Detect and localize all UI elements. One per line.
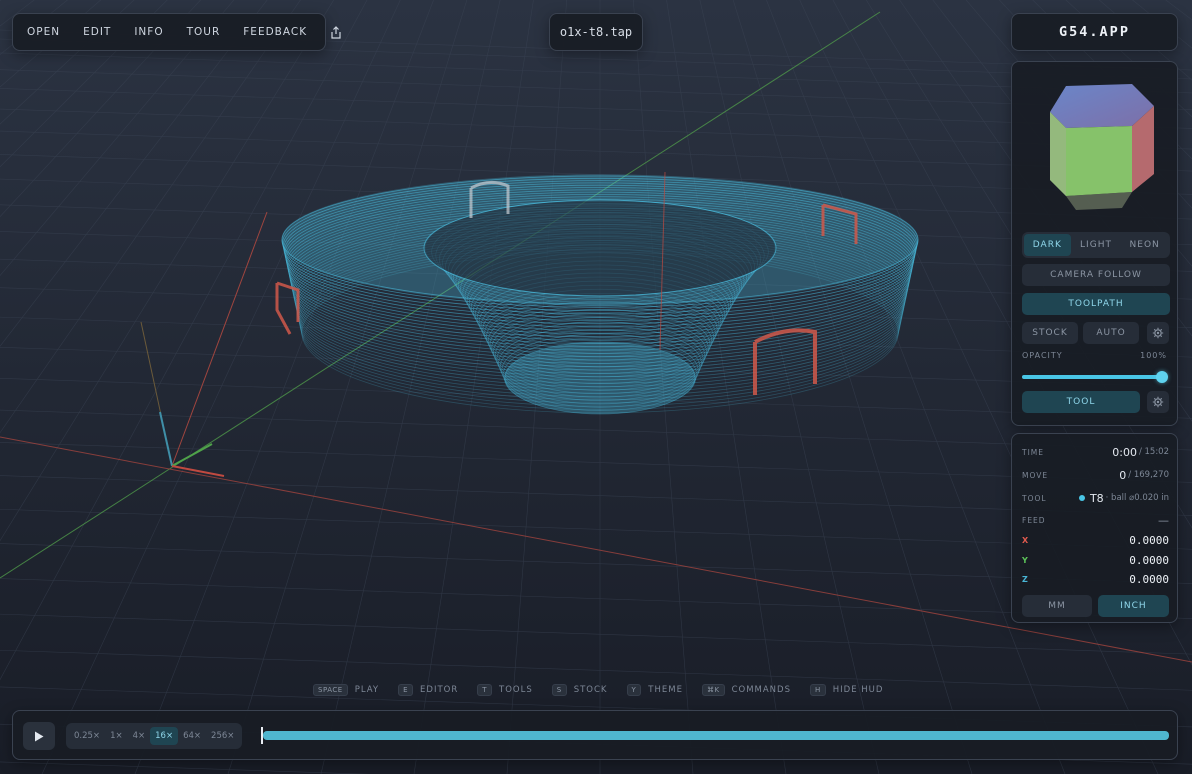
share-icon[interactable] [330, 24, 342, 40]
stock-settings-gear-icon[interactable] [1147, 322, 1169, 344]
move-label: MOVE [1022, 470, 1049, 480]
tool-settings-gear-icon[interactable] [1147, 391, 1169, 413]
brand-logo[interactable]: G54.APP [1011, 13, 1178, 51]
auto-toggle[interactable]: AUTO [1083, 322, 1139, 344]
z-value: 0.0000 [1129, 572, 1169, 586]
time-total: / 15:02 [1138, 447, 1169, 457]
speed-option[interactable]: 256× [206, 727, 239, 745]
speed-option[interactable]: 64× [178, 727, 206, 745]
hint-tools: T TOOLS [477, 684, 533, 696]
hint-play: SPACE PLAY [313, 684, 379, 696]
time-value: 0:00 [1112, 445, 1137, 459]
x-label: X [1022, 535, 1030, 545]
opacity-slider-track[interactable] [1022, 375, 1162, 379]
stock-toggle[interactable]: STOCK [1022, 322, 1078, 344]
hint-editor: E EDITOR [398, 684, 458, 696]
scrubber-track[interactable] [263, 731, 1169, 740]
hint-key: H [809, 684, 826, 696]
main-menu: OPEN EDIT INFO TOUR FEEDBACK [12, 13, 341, 51]
hint-stock: S STOCK [551, 684, 608, 696]
feed-row: FEED — [1022, 513, 1169, 527]
machine-status-panel: TIME 0:00 / 15:02 MOVE 0 / 169,270 TOOL … [1011, 433, 1178, 623]
tool-toggle[interactable]: TOOL [1022, 391, 1140, 413]
speed-option[interactable]: 4× [128, 727, 151, 745]
y-value: 0.0000 [1129, 553, 1169, 567]
menu-open[interactable]: OPEN [27, 26, 60, 38]
move-value: 0 [1119, 468, 1127, 482]
move-total: / 169,270 [1128, 470, 1169, 480]
hint-key: ⌘K [701, 684, 725, 696]
z-coordinate-row: Z 0.0000 [1022, 572, 1169, 586]
feed-value: — [1158, 513, 1169, 527]
play-icon [35, 731, 44, 741]
unit-inch-button[interactable]: INCH [1098, 595, 1169, 617]
opacity-label: OPACITY [1022, 351, 1063, 360]
toolpath-toggle[interactable]: TOOLPATH [1022, 293, 1170, 315]
hint-label: THEME [648, 685, 683, 695]
unit-mm-button[interactable]: MM [1022, 595, 1092, 617]
tool-value: T8 [1089, 491, 1104, 505]
x-value: 0.0000 [1129, 533, 1169, 547]
y-label: Y [1022, 555, 1029, 565]
hint-key: T [477, 684, 493, 696]
speed-option-selected[interactable]: 16× [150, 727, 179, 745]
hint-label: PLAY [354, 685, 380, 695]
speed-option[interactable]: 1× [105, 727, 128, 745]
speed-option[interactable]: 0.25× [69, 727, 105, 745]
opacity-slider-handle[interactable] [1156, 371, 1168, 383]
move-row: MOVE 0 / 169,270 [1022, 468, 1169, 482]
view-controls-panel: DARK LIGHT NEON CAMERA FOLLOW TOOLPATH S… [1011, 61, 1178, 426]
tool-row: TOOL T8 · ball ⌀0.020 in [1022, 491, 1169, 505]
keyboard-shortcut-hints: SPACE PLAY E EDITOR T TOOLS S STOCK Y THEME ⌘… [313, 683, 902, 697]
hint-theme: Y THEME [626, 684, 683, 696]
tool-label: TOOL [1022, 493, 1047, 503]
tool-color-dot [1078, 495, 1085, 501]
feed-label: FEED [1022, 515, 1046, 525]
z-label: Z [1022, 574, 1029, 584]
x-coordinate-row: X 0.0000 [1022, 533, 1169, 547]
hint-label: COMMANDS [731, 685, 791, 695]
hint-commands: ⌘K COMMANDS [701, 684, 791, 696]
hint-key: E [398, 684, 414, 696]
brand-name: G54.APP [1059, 24, 1130, 40]
menu-info[interactable]: INFO [134, 26, 163, 38]
file-name: o1x-t8.tap [559, 25, 633, 39]
play-button[interactable] [23, 722, 55, 750]
hint-label: STOCK [573, 685, 608, 695]
file-name-badge[interactable]: o1x-t8.tap [549, 13, 643, 51]
menu-edit[interactable]: EDIT [83, 26, 111, 38]
opacity-value: 100% [1140, 351, 1167, 360]
hint-key: SPACE [313, 684, 348, 696]
y-coordinate-row: Y 0.0000 [1022, 553, 1169, 567]
menu-tour[interactable]: TOUR [187, 26, 221, 38]
hint-key: Y [626, 684, 642, 696]
hint-key: S [551, 684, 567, 696]
view-cube[interactable] [1036, 76, 1158, 212]
menu-feedback[interactable]: FEEDBACK [243, 26, 307, 38]
hint-label: HIDE HUD [832, 685, 884, 695]
theme-neon[interactable]: NEON [1121, 234, 1168, 256]
tool-description: · ball ⌀0.020 in [1105, 493, 1169, 503]
hint-label: EDITOR [420, 685, 459, 695]
time-row: TIME 0:00 / 15:02 [1022, 445, 1169, 459]
theme-dark[interactable]: DARK [1024, 234, 1071, 256]
time-label: TIME [1022, 447, 1045, 457]
playback-timeline: 0.25× 1× 4× 16× 64× 256× [12, 710, 1178, 760]
hint-label: TOOLS [499, 685, 533, 695]
hint-hide-hud: H HIDE HUD [809, 684, 884, 696]
camera-follow-button[interactable]: CAMERA FOLLOW [1022, 264, 1170, 286]
theme-light[interactable]: LIGHT [1073, 234, 1120, 256]
speed-selector: 0.25× 1× 4× 16× 64× 256× [66, 723, 243, 749]
theme-selector: DARK LIGHT NEON [1022, 232, 1170, 258]
